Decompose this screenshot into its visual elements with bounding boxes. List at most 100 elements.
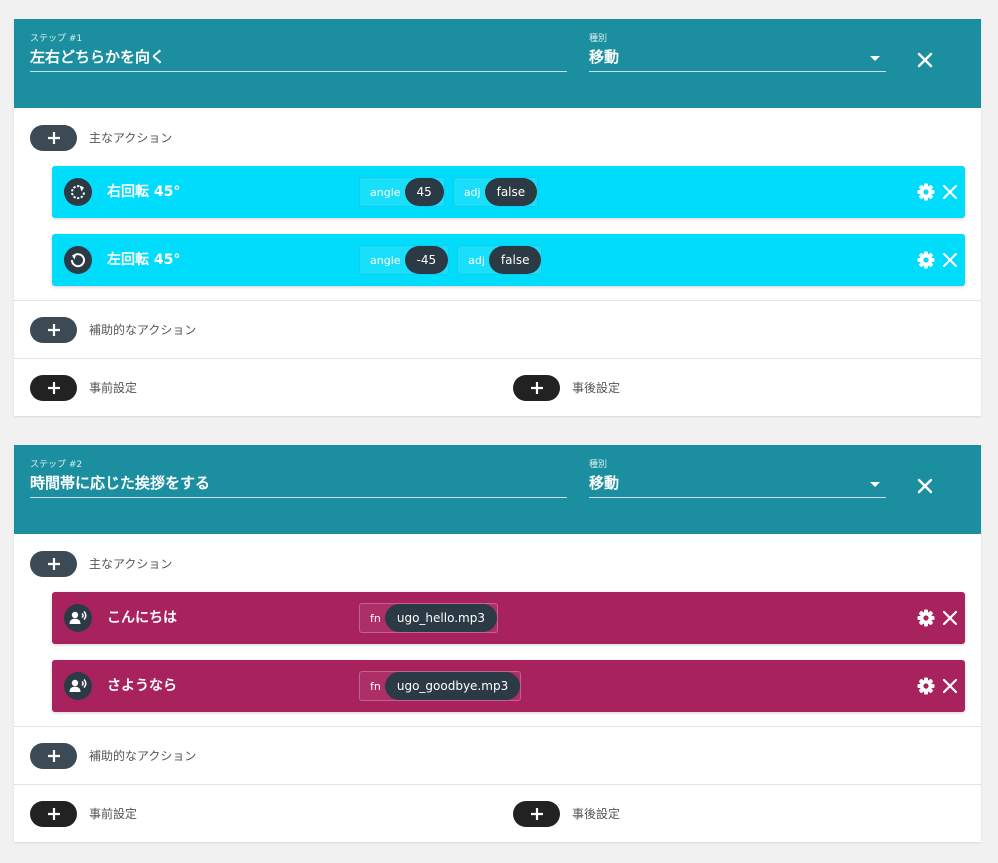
action-params: angle 45 adj false (359, 177, 539, 207)
close-icon[interactable] (940, 182, 960, 202)
dropdown-arrow-icon[interactable] (870, 482, 880, 487)
main-actions-list: 右回転 45° angle 45 adj false 左回転 45° angle… (14, 166, 981, 300)
pre-settings-label: 事前設定 (89, 381, 138, 395)
param-name: adj (468, 253, 485, 267)
field-underline (589, 71, 886, 72)
action-params: fn ugo_hello.mp3 (359, 603, 498, 633)
plus-icon (47, 132, 60, 144)
dropdown-arrow-icon[interactable] (870, 56, 880, 61)
param-name: adj (463, 185, 481, 199)
gear-icon[interactable] (916, 250, 936, 270)
main-actions-label: 主なアクション (89, 557, 173, 571)
plus-icon (47, 808, 60, 820)
param-value-chip[interactable]: ugo_goodbye.mp3 (384, 672, 521, 700)
action-title: 右回転 45° (107, 184, 181, 200)
action-params: fn ugo_goodbye.mp3 (359, 671, 522, 701)
action-title: こんにちは (107, 610, 177, 626)
step-title-field[interactable]: ステップ #1 左右どちらかを向く (30, 33, 567, 72)
plus-icon (47, 558, 60, 570)
param-angle[interactable]: angle 45 (359, 177, 445, 207)
close-step-icon[interactable] (915, 50, 935, 70)
type-label: 種別 (589, 460, 608, 470)
param-value-chip[interactable]: false (488, 246, 542, 274)
add-pre-setting-button[interactable] (30, 801, 77, 827)
step-type-select[interactable]: 種別 移動 (589, 459, 886, 498)
post-settings-label: 事後設定 (572, 381, 621, 395)
speaker-icon (64, 604, 92, 632)
sub-actions-label: 補助的なアクション (89, 749, 197, 763)
settings-row: 事前設定 事後設定 (14, 784, 981, 842)
param-name: fn (370, 611, 381, 625)
plus-icon (47, 324, 60, 336)
step-number-label: ステップ #1 (30, 34, 83, 44)
sub-actions-label: 補助的なアクション (89, 323, 197, 337)
list-pointer (14, 246, 23, 266)
step-title-input[interactable]: 時間帯に応じた挨拶をする (30, 472, 567, 494)
param-name: angle (370, 253, 401, 267)
action-card[interactable]: さようなら fn ugo_goodbye.mp3 (52, 660, 965, 712)
plus-icon (530, 808, 543, 820)
pre-settings-label: 事前設定 (89, 807, 138, 821)
sub-actions-row: 補助的なアクション (14, 726, 981, 784)
action-card[interactable]: こんにちは fn ugo_hello.mp3 (52, 592, 965, 644)
param-fn[interactable]: fn ugo_hello.mp3 (359, 603, 498, 633)
close-step-icon[interactable] (915, 476, 935, 496)
main-actions-row: 主なアクション (14, 534, 981, 592)
main-actions-list: こんにちは fn ugo_hello.mp3 さようなら fn ugo_good… (14, 592, 981, 726)
post-settings-label: 事後設定 (572, 807, 621, 821)
step-header: ステップ #2 時間帯に応じた挨拶をする 種別 移動 (14, 445, 981, 534)
type-value[interactable]: 移動 (589, 46, 886, 68)
step-header: ステップ #1 左右どちらかを向く 種別 移動 (14, 19, 981, 108)
param-adj[interactable]: adj false (457, 245, 543, 275)
add-post-setting-button[interactable] (513, 375, 560, 401)
param-name: angle (370, 185, 401, 199)
type-label: 種別 (589, 34, 608, 44)
add-post-setting-button[interactable] (513, 801, 560, 827)
step-card: ステップ #2 時間帯に応じた挨拶をする 種別 移動 主なアクション こんにちは… (14, 445, 981, 842)
type-value[interactable]: 移動 (589, 472, 886, 494)
step-title-input[interactable]: 左右どちらかを向く (30, 46, 567, 68)
step-number-label: ステップ #2 (30, 460, 83, 470)
settings-row: 事前設定 事後設定 (14, 358, 981, 416)
close-icon[interactable] (940, 608, 960, 628)
param-value-chip[interactable]: -45 (404, 246, 449, 274)
add-main-action-button[interactable] (30, 551, 77, 577)
step-card: ステップ #1 左右どちらかを向く 種別 移動 主なアクション 右回転 45° … (14, 19, 981, 416)
gear-icon[interactable] (916, 676, 936, 696)
step-title-field[interactable]: ステップ #2 時間帯に応じた挨拶をする (30, 459, 567, 498)
gear-icon[interactable] (916, 182, 936, 202)
gear-icon[interactable] (916, 608, 936, 628)
rotate-right-icon (64, 178, 92, 206)
plus-icon (47, 750, 60, 762)
param-adj[interactable]: adj false (452, 177, 539, 207)
add-sub-action-button[interactable] (30, 743, 77, 769)
field-underline (30, 497, 567, 498)
speaker-icon (64, 672, 92, 700)
action-params: angle -45 adj false (359, 245, 543, 275)
param-value-chip[interactable]: ugo_hello.mp3 (384, 604, 497, 632)
rotate-left-icon (64, 246, 92, 274)
main-actions-row: 主なアクション (14, 108, 981, 166)
action-title: 左回転 45° (107, 252, 181, 268)
add-pre-setting-button[interactable] (30, 375, 77, 401)
param-value-chip[interactable]: 45 (404, 178, 444, 206)
main-actions-label: 主なアクション (89, 131, 173, 145)
plus-icon (47, 382, 60, 394)
param-angle[interactable]: angle -45 (359, 245, 450, 275)
param-name: fn (370, 679, 381, 693)
plus-icon (530, 382, 543, 394)
field-underline (30, 71, 567, 72)
close-icon[interactable] (940, 250, 960, 270)
action-title: さようなら (107, 678, 177, 694)
sub-actions-row: 補助的なアクション (14, 300, 981, 358)
field-underline (589, 497, 886, 498)
add-sub-action-button[interactable] (30, 317, 77, 343)
action-card[interactable]: 右回転 45° angle 45 adj false (52, 166, 965, 218)
step-type-select[interactable]: 種別 移動 (589, 33, 886, 72)
action-card[interactable]: 左回転 45° angle -45 adj false (52, 234, 965, 286)
param-fn[interactable]: fn ugo_goodbye.mp3 (359, 671, 522, 701)
param-value-chip[interactable]: false (484, 178, 538, 206)
add-main-action-button[interactable] (30, 125, 77, 151)
close-icon[interactable] (940, 676, 960, 696)
list-pointer (14, 672, 23, 692)
